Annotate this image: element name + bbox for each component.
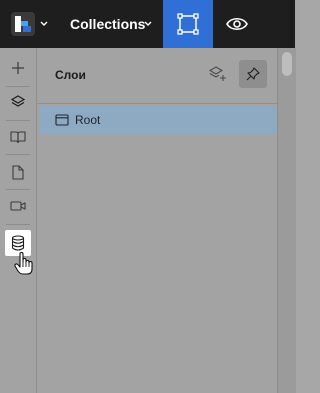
pin-icon [246, 67, 260, 81]
pin-button[interactable] [239, 60, 267, 88]
plus-icon [12, 62, 24, 74]
book-icon [10, 131, 26, 144]
database-icon [11, 235, 25, 251]
select-tool-button[interactable] [163, 0, 213, 48]
page-button[interactable] [4, 158, 32, 186]
video-button[interactable] [4, 192, 32, 220]
divider [6, 224, 30, 225]
layers-panel: Слои Root [37, 48, 277, 393]
scrollbar[interactable] [277, 48, 296, 393]
bounding-box-icon [177, 13, 199, 35]
scroll-thumb[interactable] [282, 52, 292, 76]
video-icon [10, 201, 26, 211]
eye-icon[interactable] [224, 12, 250, 36]
divider [6, 120, 30, 121]
layers-button[interactable] [4, 88, 32, 116]
divider [6, 154, 30, 155]
hand-pointer-cursor-icon [14, 252, 33, 275]
tree-item-label: Root [75, 113, 101, 127]
add-button[interactable] [4, 54, 32, 82]
collections-menu[interactable]: Collections [70, 0, 145, 48]
book-button[interactable] [4, 123, 32, 151]
divider [6, 189, 30, 190]
chevron-down-icon[interactable] [39, 17, 49, 31]
tree-item-root[interactable]: Root [40, 106, 277, 134]
brand-logo-icon[interactable] [11, 12, 35, 36]
layers-icon [10, 95, 26, 107]
chevron-down-icon[interactable] [143, 17, 153, 31]
window-icon [55, 114, 69, 126]
left-rail [0, 48, 37, 393]
divider [6, 86, 30, 87]
layers-add-icon[interactable] [209, 65, 227, 83]
top-bar: Collections [0, 0, 295, 48]
divider [37, 103, 277, 104]
panel-title: Слои [55, 68, 86, 82]
page-icon [12, 164, 24, 180]
